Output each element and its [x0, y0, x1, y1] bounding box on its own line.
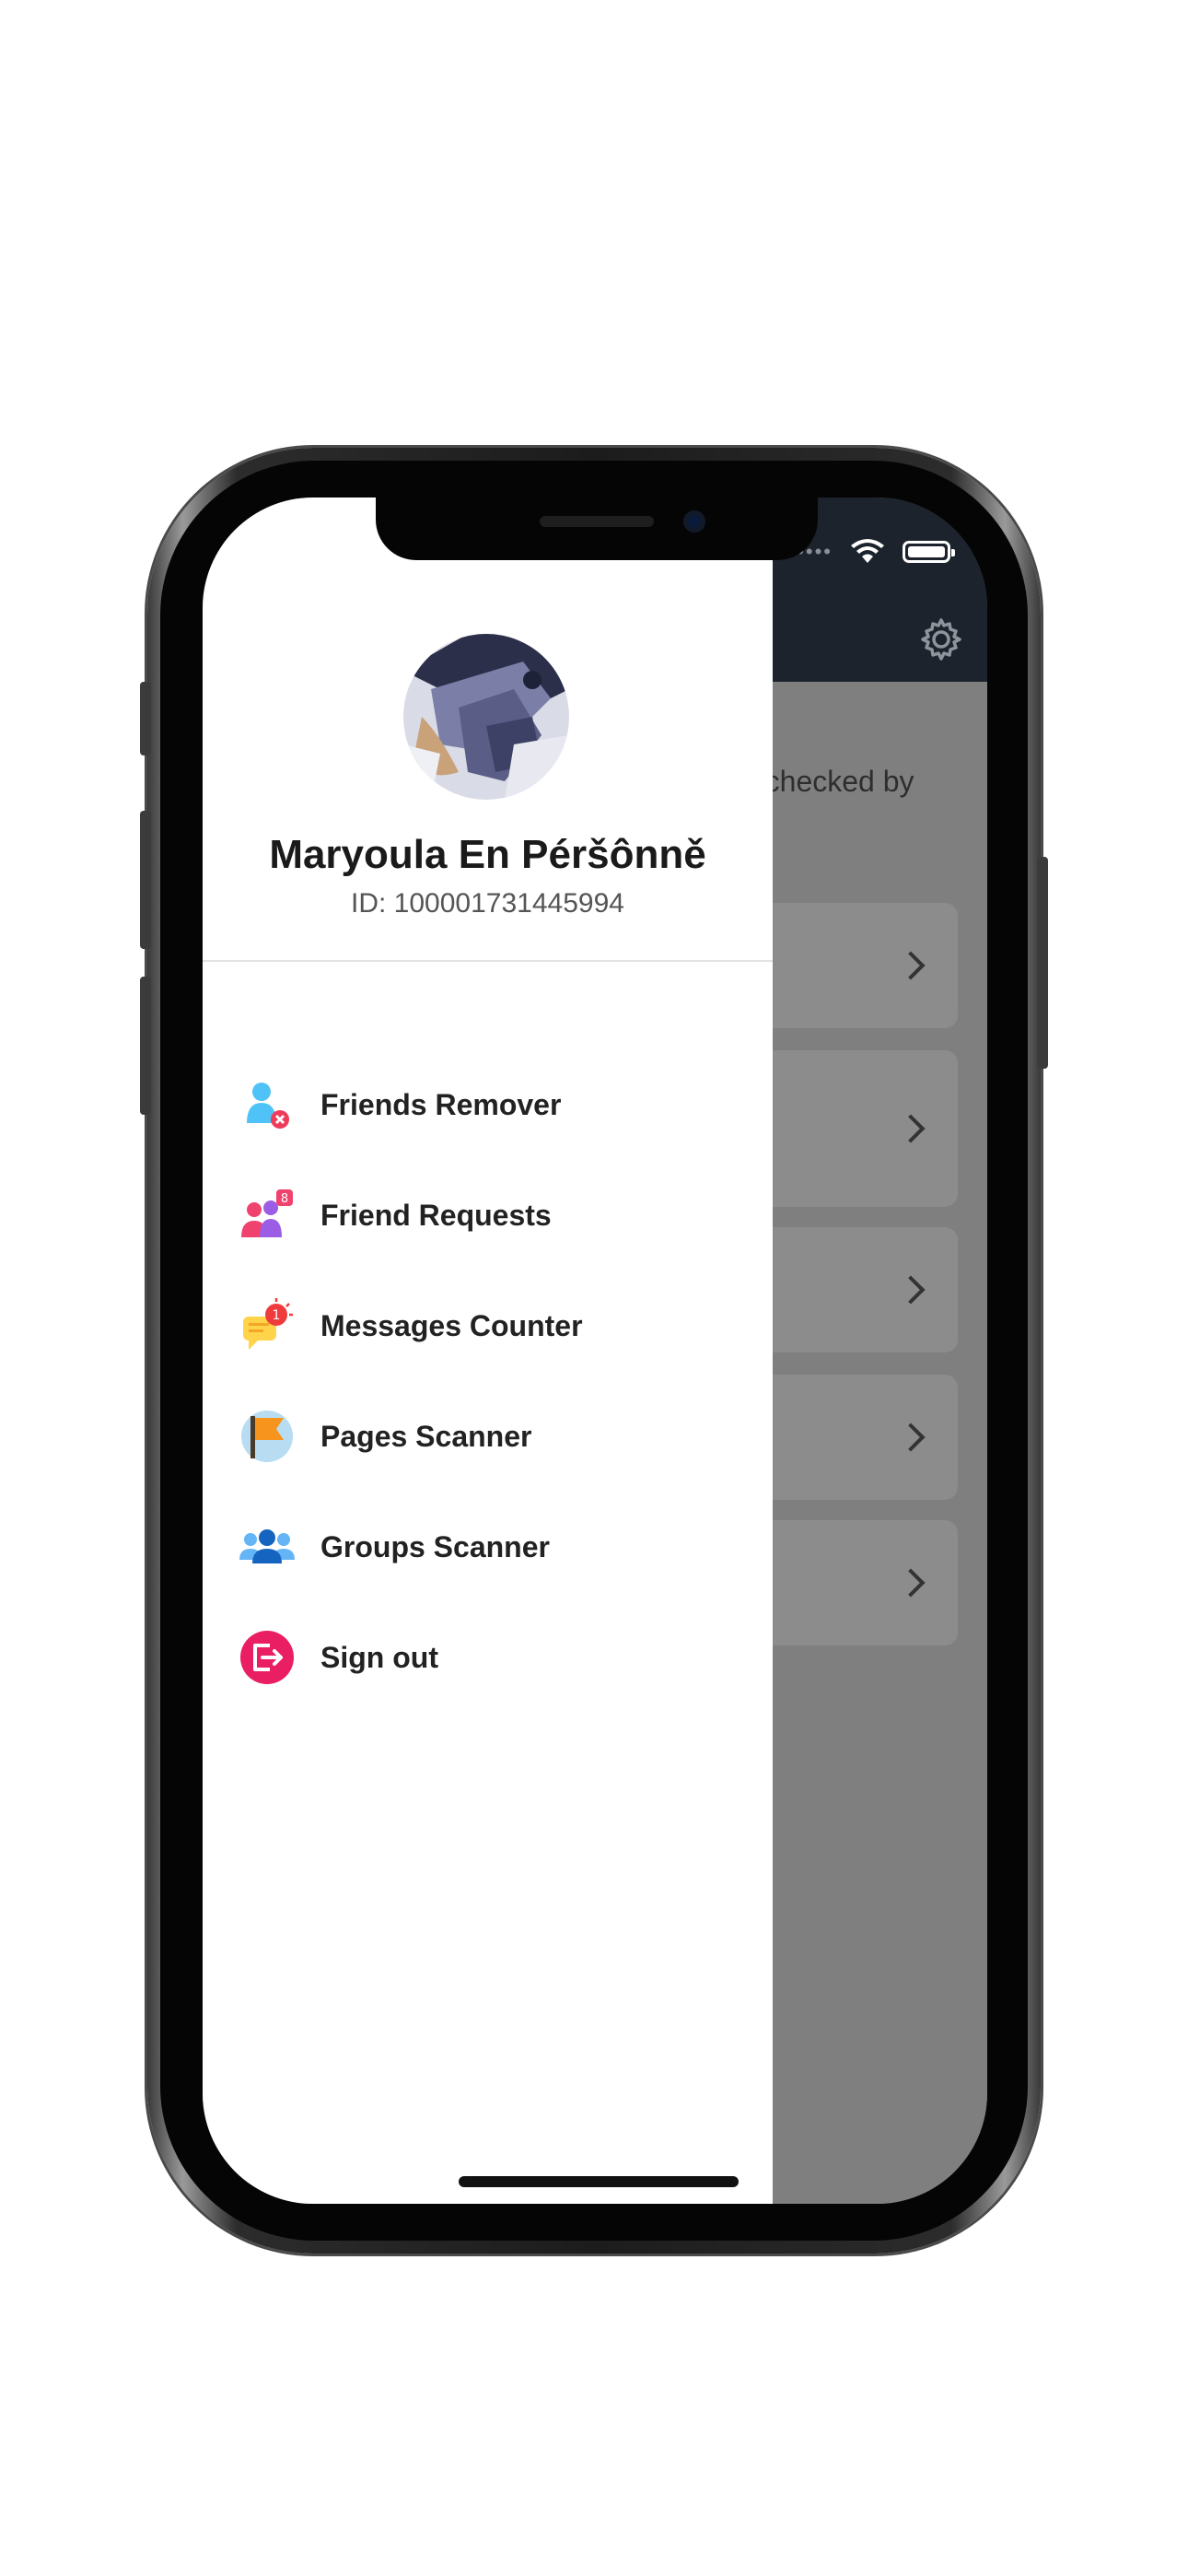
volume-up-button	[140, 811, 151, 949]
messages-counter-badge: 1	[273, 1308, 281, 1323]
flag-icon	[241, 1411, 293, 1462]
home-indicator[interactable]	[459, 2176, 739, 2187]
friend-requests-icon: 8	[241, 1189, 293, 1237]
groups-icon	[239, 1529, 295, 1563]
volume-down-button	[140, 977, 151, 1115]
menu-item-friend-requests[interactable]: 8 Friend Requests	[203, 1165, 773, 1266]
user-name: Maryoula En Péršônně	[269, 832, 706, 877]
wifi-icon	[851, 539, 884, 563]
battery-icon	[903, 541, 955, 563]
chevron-right-icon	[896, 1275, 926, 1305]
gear-icon[interactable]	[917, 615, 965, 663]
menu-item-sign-out[interactable]: Sign out	[203, 1607, 773, 1708]
menu-item-friends-remover[interactable]: Friends Remover	[203, 1054, 773, 1155]
background-description-text: (checked by	[755, 765, 914, 798]
menu-item-groups-scanner[interactable]: Groups Scanner	[203, 1496, 773, 1598]
chevron-right-icon	[896, 1114, 926, 1143]
side-drawer: Maryoula En Péršônně ID: 100001731445994…	[203, 498, 773, 2204]
menu-item-label: Friend Requests	[320, 1198, 552, 1232]
chevron-right-icon	[896, 951, 926, 980]
phone-screen: •••• (checked by Maryoula En Péršônně ID…	[203, 498, 987, 2204]
status-bar-icons: ••••	[797, 538, 955, 566]
power-button	[1037, 857, 1048, 1069]
chevron-right-icon	[896, 1568, 926, 1598]
silent-switch	[140, 682, 151, 755]
speaker-grille	[540, 516, 654, 527]
user-id: ID: 100001731445994	[351, 888, 624, 919]
notch	[376, 498, 818, 560]
menu-item-label: Messages Counter	[320, 1308, 583, 1342]
menu-item-label: Friends Remover	[320, 1087, 562, 1121]
menu-item-messages-counter[interactable]: 1 Messages Counter	[203, 1275, 773, 1376]
menu-item-label: Sign out	[320, 1640, 438, 1674]
menu-item-label: Groups Scanner	[320, 1529, 550, 1563]
messages-counter-icon: 1	[243, 1298, 293, 1350]
friend-remove-icon	[247, 1083, 289, 1129]
menu-item-pages-scanner[interactable]: Pages Scanner	[203, 1386, 773, 1487]
avatar[interactable]	[403, 634, 569, 800]
avatar-photo	[403, 634, 569, 800]
chevron-right-icon	[896, 1423, 926, 1452]
sign-out-icon	[240, 1631, 294, 1684]
front-camera	[683, 510, 705, 533]
menu-item-label: Pages Scanner	[320, 1419, 532, 1453]
friend-requests-badge: 8	[281, 1192, 288, 1206]
divider	[203, 960, 773, 962]
